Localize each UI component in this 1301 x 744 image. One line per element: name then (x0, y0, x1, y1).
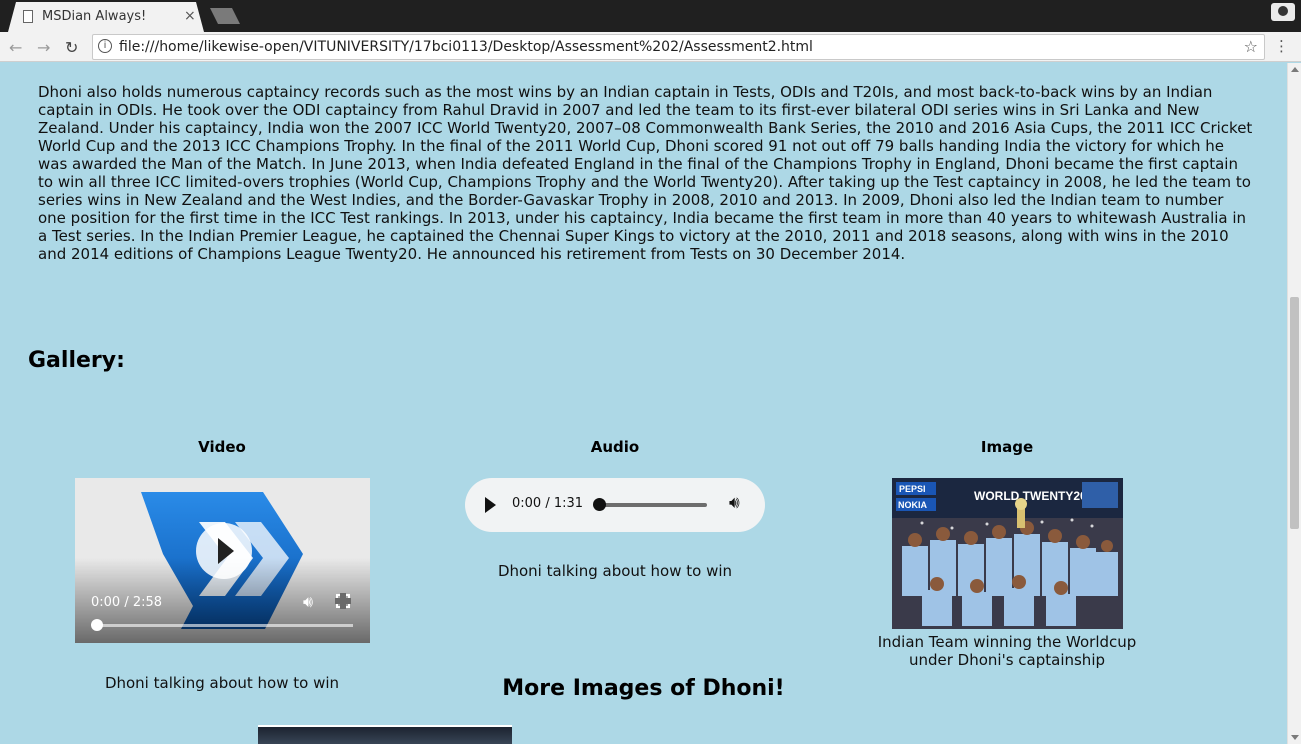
image-caption: Indian Team winning the Worldcup under D… (877, 633, 1137, 669)
browser-menu-icon[interactable]: ⋮ (1274, 37, 1289, 55)
tab-strip: MSDian Always! × (0, 0, 1301, 32)
audio-volume-icon[interactable]: 🔊︎ (729, 493, 740, 513)
image-label: Image (980, 438, 1034, 456)
scroll-down-arrow-icon[interactable] (1291, 735, 1299, 740)
video-volume-icon[interactable]: 🔊︎ (303, 592, 313, 612)
gallery-heading: Gallery: (28, 348, 125, 373)
sponsor-text-1: PEPSI (899, 484, 926, 494)
page-viewport: Dhoni also holds numerous captaincy reco… (0, 63, 1287, 744)
scroll-up-arrow-icon[interactable] (1291, 67, 1299, 72)
bookmark-star-icon[interactable]: ☆ (1244, 37, 1258, 56)
browser-toolbar: ← → ↻ i file:///home/likewise-open/VITUN… (0, 32, 1301, 62)
reload-button[interactable]: ↻ (65, 38, 78, 57)
address-bar[interactable]: i file:///home/likewise-open/VITUNIVERSI… (92, 34, 1265, 60)
back-button[interactable]: ← (9, 38, 22, 57)
audio-play-icon[interactable] (485, 497, 496, 513)
info-icon[interactable]: i (98, 39, 112, 53)
audio-label: Audio (590, 438, 640, 456)
profile-button[interactable] (1271, 3, 1295, 21)
vertical-scrollbar[interactable] (1287, 63, 1301, 744)
scroll-thumb[interactable] (1290, 297, 1299, 529)
play-icon (218, 538, 234, 564)
new-tab-button[interactable] (210, 8, 240, 24)
more-images-heading: More Images of Dhoni! (502, 676, 785, 701)
forward-button[interactable]: → (37, 38, 50, 57)
video-player[interactable]: 0:00 / 2:58 🔊︎ (75, 478, 370, 643)
video-play-button[interactable] (196, 523, 252, 579)
dhoni-photo-partial (258, 725, 512, 744)
tab-title: MSDian Always! (42, 9, 147, 24)
close-tab-icon[interactable]: × (184, 8, 196, 24)
sponsor-text-2: NOKIA (898, 500, 928, 510)
video-seek-bar[interactable] (97, 624, 353, 627)
active-tab[interactable]: MSDian Always! × (8, 2, 204, 32)
captaincy-paragraph: Dhoni also holds numerous captaincy reco… (38, 83, 1253, 263)
video-seek-handle[interactable] (91, 619, 103, 631)
banner-text: WORLD TWENTY20 (974, 489, 1087, 503)
video-label: Video (198, 438, 246, 456)
fullscreen-icon[interactable] (335, 593, 351, 609)
team-photo-drawing: PEPSI NOKIA WORLD TWENTY20 (892, 478, 1123, 629)
worldcup-team-photo: PEPSI NOKIA WORLD TWENTY20 (892, 478, 1123, 629)
page-icon (23, 10, 33, 23)
audio-seek-bar[interactable] (595, 503, 707, 507)
audio-caption: Dhoni talking about how to win (497, 562, 733, 580)
profile-icon (1278, 6, 1288, 16)
video-time: 0:00 / 2:58 (91, 595, 163, 610)
audio-seek-handle[interactable] (593, 498, 606, 511)
audio-player[interactable]: 0:00 / 1:31 🔊︎ (465, 478, 765, 532)
audio-time: 0:00 / 1:31 (512, 496, 584, 511)
url-text[interactable]: file:///home/likewise-open/VITUNIVERSITY… (119, 39, 813, 55)
